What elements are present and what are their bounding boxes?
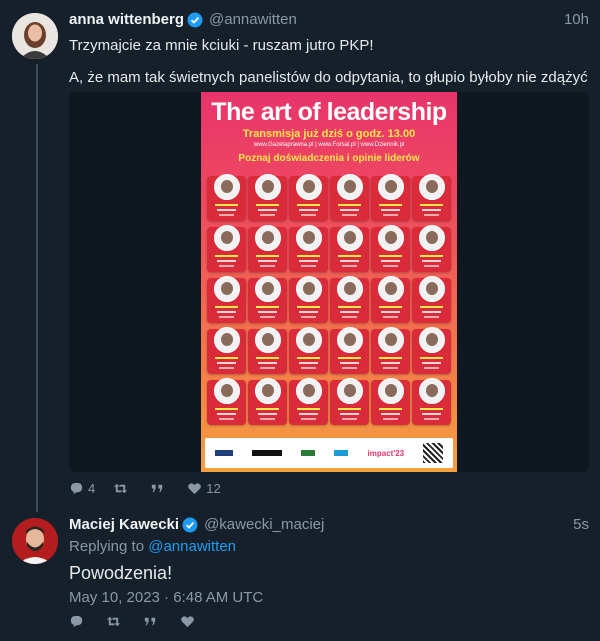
like-icon (188, 483, 202, 495)
speaker-card (412, 276, 451, 323)
retweet-icon (106, 616, 121, 627)
speaker-card (207, 327, 246, 374)
reply-timestamp[interactable]: May 10, 2023 · 6:48 AM UTC (69, 589, 263, 606)
tweet-header: anna wittenberg @annawitten (69, 11, 297, 28)
tweet-text-line: Trzymajcie za mnie kciuki - ruszam jutro… (69, 37, 374, 54)
tweet-media[interactable]: The art of leadership Transmisja już dzi… (69, 92, 589, 472)
author-handle[interactable]: @kawecki_maciej (204, 516, 324, 533)
reply-button[interactable]: 4 (69, 481, 95, 496)
tweet-text-line: A, że mam tak świetnych panelistów do od… (69, 69, 588, 86)
speaker-grid (207, 174, 451, 425)
verified-badge-icon (187, 12, 203, 28)
poster-links: www.Gazetaprawna.pl | www.Forsal.pl | ww… (253, 142, 405, 148)
speaker-card (412, 174, 451, 221)
replying-handle-link[interactable]: @annawitten (148, 538, 236, 555)
speaker-card (330, 378, 369, 425)
speaker-card (330, 327, 369, 374)
speaker-card (412, 378, 451, 425)
quote-button[interactable] (150, 481, 169, 496)
reply-count: 4 (88, 481, 96, 496)
speaker-card (289, 276, 328, 323)
thread-connector (36, 64, 38, 512)
replying-prefix: Replying to (69, 538, 145, 555)
speaker-card (371, 327, 410, 374)
speaker-card (371, 378, 410, 425)
speaker-card (330, 276, 369, 323)
speaker-card (371, 225, 410, 272)
retweet-button[interactable] (106, 614, 125, 629)
speaker-card (207, 225, 246, 272)
sponsor-bar: impact'23 (205, 438, 453, 468)
speaker-card (248, 276, 287, 323)
speaker-card (412, 327, 451, 374)
speaker-card (412, 225, 451, 272)
like-button[interactable] (180, 614, 199, 629)
quote-icon (144, 617, 156, 626)
verified-badge-icon (182, 517, 198, 533)
speaker-card (248, 327, 287, 374)
speaker-card (248, 174, 287, 221)
quote-icon (152, 484, 163, 493)
reply-icon (70, 482, 83, 495)
speaker-card (207, 276, 246, 323)
poster-brand: impact'23 (367, 448, 405, 458)
event-poster-image: The art of leadership Transmisja już dzi… (201, 92, 457, 472)
like-button[interactable]: 12 (187, 481, 221, 496)
reply-time[interactable]: 5s (573, 516, 589, 533)
replying-to: Replying to @annawitten (69, 538, 236, 555)
speaker-card (330, 174, 369, 221)
like-icon (181, 616, 194, 628)
speaker-card (248, 225, 287, 272)
reply-button[interactable] (69, 614, 88, 629)
speaker-card (248, 378, 287, 425)
speaker-card (371, 174, 410, 221)
tweet-actions: 4 12 (69, 481, 239, 496)
author-handle[interactable]: @annawitten (209, 11, 297, 28)
qr-code (423, 443, 444, 463)
speaker-card (207, 174, 246, 221)
reply-icon (70, 615, 83, 628)
retweet-button[interactable] (113, 481, 132, 496)
reply-header: Maciej Kawecki @kawecki_maciej (69, 516, 324, 533)
poster-call: Poznaj doświadczenia i opinie liderów (238, 153, 420, 164)
avatar[interactable] (12, 13, 58, 59)
tweet-time[interactable]: 10h (564, 11, 589, 28)
like-count: 12 (206, 481, 221, 496)
speaker-card (289, 225, 328, 272)
reply-actions (69, 614, 217, 629)
quote-button[interactable] (143, 614, 162, 629)
poster-title: The art of leadership (211, 98, 447, 126)
author-name[interactable]: anna wittenberg (69, 11, 184, 28)
speaker-card (289, 378, 328, 425)
author-name[interactable]: Maciej Kawecki (69, 516, 179, 533)
reply-text: Powodzenia! (69, 563, 173, 583)
speaker-card (330, 225, 369, 272)
avatar[interactable] (12, 518, 58, 564)
poster-subtitle: Transmisja już dziś o godz. 13.00 (242, 128, 416, 140)
speaker-card (207, 378, 246, 425)
retweet-icon (114, 483, 128, 494)
speaker-card (289, 174, 328, 221)
speaker-card (371, 276, 410, 323)
speaker-card (289, 327, 328, 374)
